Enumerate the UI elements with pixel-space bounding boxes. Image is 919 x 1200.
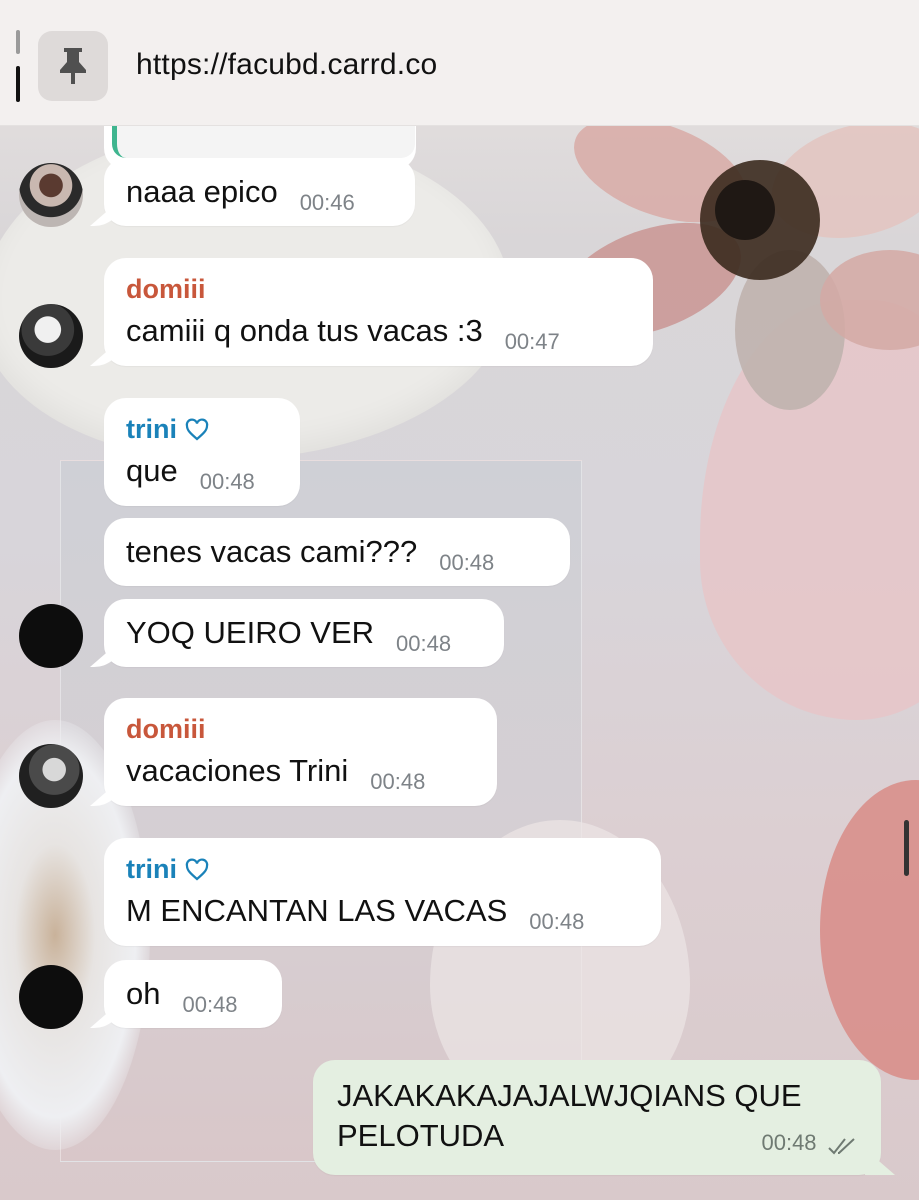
tab-indicator — [16, 30, 20, 102]
message-time: 00:48 — [199, 469, 255, 494]
sender-name[interactable]: trini — [126, 854, 639, 885]
sender-name[interactable]: domiii — [126, 714, 475, 745]
message-bubble[interactable]: naaa epico 00:46 — [104, 158, 415, 226]
message-text: YOQ UEIRO VER — [126, 615, 375, 650]
message-text: que — [126, 453, 178, 488]
message-text: M ENCANTAN LAS VACAS — [126, 893, 508, 928]
message-time: 00:47 — [504, 329, 560, 354]
avatar[interactable] — [19, 965, 83, 1029]
message-bubble[interactable]: trini que 00:48 — [104, 398, 300, 506]
message-text: tenes vacas cami??? — [126, 534, 418, 569]
pin-icon — [60, 48, 86, 84]
heart-icon — [185, 418, 209, 440]
avatar[interactable] — [19, 744, 83, 808]
outgoing-message-bubble[interactable]: JAKAKAKAJAJALWJQIANS QUE PELOTUDA 00:48 — [313, 1060, 881, 1175]
message-text: oh — [126, 976, 161, 1011]
message-time: 00:48 — [396, 631, 452, 656]
message-time: 00:48 — [761, 1130, 817, 1155]
double-check-icon — [828, 1138, 855, 1155]
message-time: 00:48 — [370, 769, 426, 794]
wallpaper-petal — [700, 300, 919, 720]
pin-button[interactable] — [38, 31, 108, 101]
message-bubble[interactable]: domiii vacaciones Trini 00:48 — [104, 698, 497, 806]
chat-screen: https://facubd.carrd.co naaa epico 00:46 … — [0, 0, 919, 1200]
sender-name[interactable]: trini — [126, 414, 278, 445]
message-text: camiii q onda tus vacas :3 — [126, 313, 483, 348]
message-bubble[interactable]: domiii camiii q onda tus vacas :3 00:47 — [104, 258, 653, 366]
message-text: vacaciones Trini — [126, 753, 349, 788]
scrollbar[interactable] — [904, 820, 909, 876]
sender-label: trini — [126, 414, 177, 444]
heart-icon — [185, 858, 209, 880]
message-text-line1: JAKAKAKAJAJALWJQIANS QUE — [337, 1078, 802, 1113]
message-time: 00:48 — [529, 909, 585, 934]
message-bubble[interactable]: trini M ENCANTAN LAS VACAS 00:48 — [104, 838, 661, 946]
avatar[interactable] — [19, 604, 83, 668]
message-time: 00:48 — [182, 992, 238, 1017]
sender-name[interactable]: domiii — [126, 274, 631, 305]
message-text: naaa epico — [126, 174, 278, 209]
avatar[interactable] — [19, 163, 83, 227]
message-time: 00:48 — [439, 550, 495, 575]
sender-label: trini — [126, 854, 177, 884]
url-text[interactable]: https://facubd.carrd.co — [136, 48, 437, 82]
avatar[interactable] — [19, 304, 83, 368]
message-time: 00:46 — [299, 190, 355, 215]
message-bubble[interactable]: YOQ UEIRO VER 00:48 — [104, 599, 504, 667]
url-bar: https://facubd.carrd.co — [0, 0, 919, 126]
message-bubble[interactable]: tenes vacas cami??? 00:48 — [104, 518, 570, 586]
message-bubble[interactable]: oh 00:48 — [104, 960, 282, 1028]
message-text-line2: PELOTUDA — [337, 1118, 505, 1153]
